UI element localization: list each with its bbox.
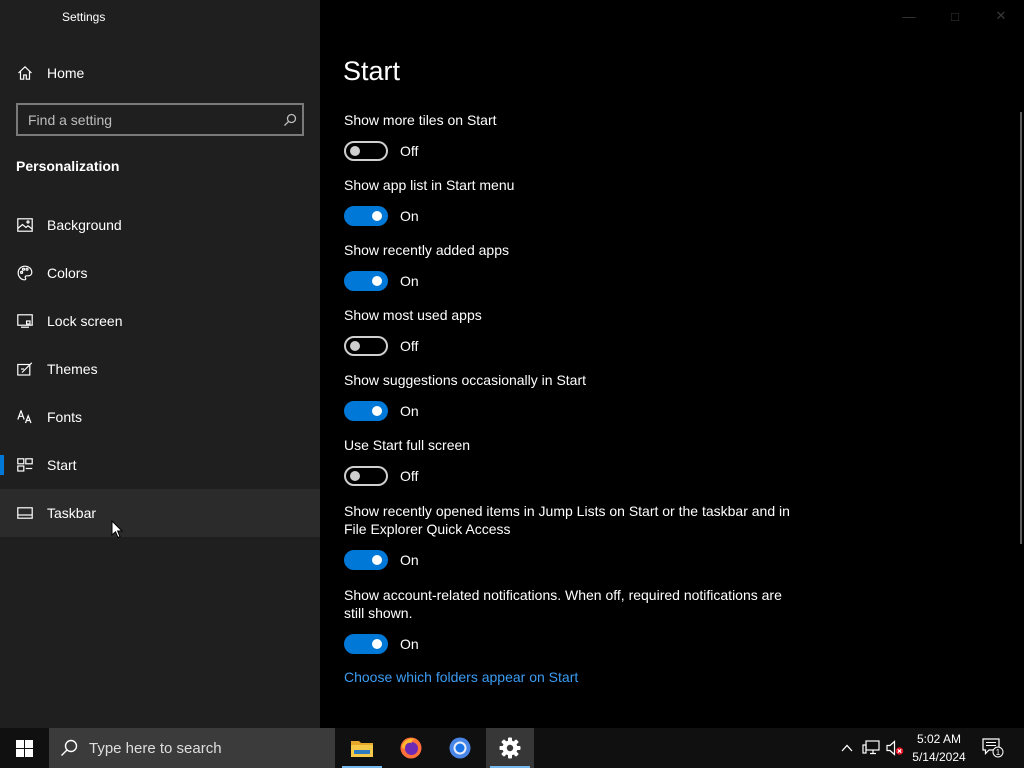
setting-show-recently-added: Show recently added apps On (344, 241, 804, 291)
taskbar: Type here to search 5:02 AM 5/14/2024 1 (0, 728, 1024, 768)
sidebar-item-label: Start (47, 457, 77, 473)
maximize-icon[interactable]: □ (932, 0, 978, 32)
sidebar-item-label: Colors (47, 265, 88, 281)
toggle-state-label: Off (400, 143, 419, 159)
fonts-icon (16, 408, 34, 426)
find-setting-input[interactable] (28, 111, 278, 128)
toggle-state-label: Off (400, 468, 419, 484)
setting-label: Show more tiles on Start (344, 112, 497, 128)
setting-full-screen: Use Start full screen Off (344, 436, 804, 486)
sidebar-item-label: Background (47, 217, 122, 233)
close-icon[interactable]: ✕ (978, 0, 1024, 32)
notification-count: 1 (996, 748, 1001, 757)
toggle-switch[interactable] (344, 550, 388, 570)
window-controls: — □ ✕ (886, 0, 1024, 32)
clock-date: 5/14/2024 (912, 750, 966, 764)
sidebar-item-themes[interactable]: Themes (0, 345, 320, 393)
action-center-icon[interactable]: 1 (981, 738, 1005, 758)
setting-label: Show recently opened items in Jump Lists… (344, 503, 790, 537)
taskbar-icon (16, 504, 34, 522)
toggle-state-label: On (400, 403, 419, 419)
setting-show-app-list: Show app list in Start menu On (344, 176, 804, 226)
system-tray: 5:02 AM 5/14/2024 1 (0, 728, 1024, 768)
toggle-state-label: On (400, 208, 419, 224)
toggle-switch[interactable] (344, 206, 388, 226)
setting-show-most-used: Show most used apps Off (344, 306, 804, 356)
sidebar-item-label: Lock screen (47, 313, 123, 329)
picture-icon (16, 216, 34, 234)
sidebar-item-label: Taskbar (47, 505, 97, 521)
minimize-icon[interactable]: — (886, 0, 932, 32)
setting-label: Show account-related notifications. When… (344, 587, 782, 621)
network-icon[interactable] (861, 738, 881, 758)
find-setting-search-box[interactable] (16, 103, 304, 136)
setting-label: Show suggestions occasionally in Start (344, 372, 587, 388)
settings-content: — □ ✕ Start Show more tiles on Start Off… (320, 0, 1024, 728)
toggle-switch[interactable] (344, 336, 388, 356)
choose-folders-link[interactable]: Choose which folders appear on Start (344, 669, 578, 685)
lock-screen-icon (16, 312, 34, 330)
setting-show-suggestions: Show suggestions occasionally in Start O… (344, 371, 804, 421)
toggle-state-label: Off (400, 338, 419, 354)
toggle-switch[interactable] (344, 401, 388, 421)
sidebar-item-home[interactable]: Home (0, 49, 320, 97)
section-title: Personalization (16, 158, 120, 174)
sidebar-item-label: Fonts (47, 409, 83, 425)
setting-jump-lists: Show recently opened items in Jump Lists… (344, 502, 804, 570)
scrollbar[interactable] (1020, 112, 1022, 544)
mouse-cursor-icon (111, 520, 123, 539)
themes-icon (16, 360, 34, 378)
sidebar-item-taskbar[interactable]: Taskbar (0, 489, 320, 537)
home-icon (16, 64, 34, 82)
taskbar-clock[interactable]: 5:02 AM 5/14/2024 (904, 730, 974, 766)
sidebar-item-background[interactable]: Background (0, 201, 320, 249)
setting-show-more-tiles: Show more tiles on Start Off (344, 111, 804, 161)
sidebar-item-lock-screen[interactable]: Lock screen (0, 297, 320, 345)
volume-muted-icon[interactable] (885, 738, 905, 758)
toggle-switch[interactable] (344, 634, 388, 654)
toggle-state-label: On (400, 636, 419, 652)
setting-label: Show app list in Start menu (344, 177, 515, 193)
sidebar-item-fonts[interactable]: Fonts (0, 393, 320, 441)
search-icon[interactable] (278, 113, 302, 127)
chevron-up-icon[interactable] (837, 738, 857, 758)
window-title: Settings (62, 10, 106, 24)
start-layout-icon (16, 456, 34, 474)
sidebar-item-label: Themes (47, 361, 98, 377)
toggle-state-label: On (400, 552, 419, 568)
toggle-switch[interactable] (344, 466, 388, 486)
sidebar-item-label: Home (47, 65, 85, 81)
toggle-switch[interactable] (344, 141, 388, 161)
clock-time: 5:02 AM (916, 732, 962, 746)
sidebar-item-colors[interactable]: Colors (0, 249, 320, 297)
setting-label: Show recently added apps (344, 242, 509, 258)
setting-label: Use Start full screen (344, 437, 471, 453)
sidebar-item-start[interactable]: Start (0, 441, 320, 489)
toggle-switch[interactable] (344, 271, 388, 291)
setting-label: Show most used apps (344, 307, 482, 323)
settings-sidebar: Settings Home Personalization Background… (0, 0, 320, 728)
toggle-state-label: On (400, 273, 419, 289)
setting-account-notifications: Show account-related notifications. When… (344, 586, 804, 654)
palette-icon (16, 264, 34, 282)
page-title: Start (343, 56, 401, 86)
